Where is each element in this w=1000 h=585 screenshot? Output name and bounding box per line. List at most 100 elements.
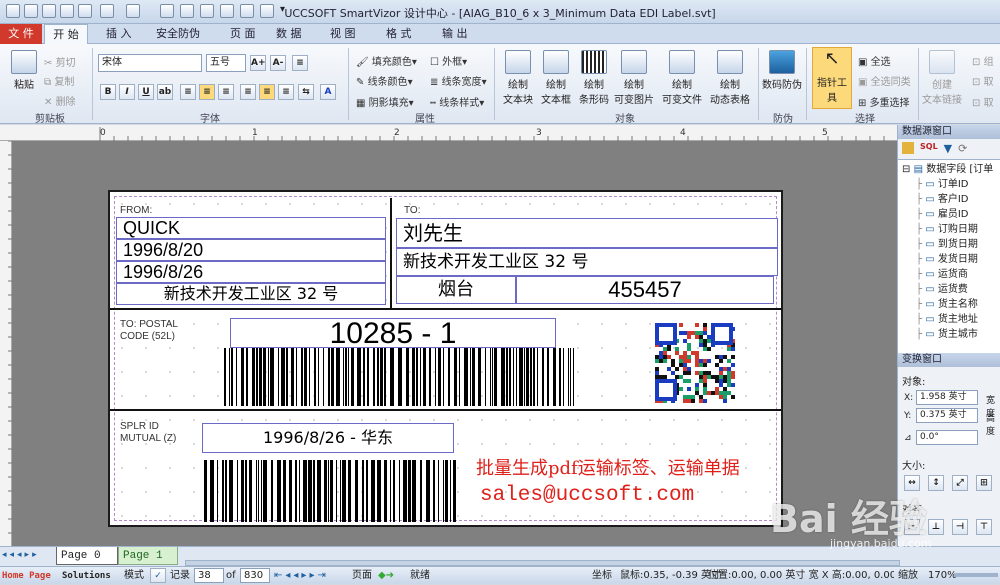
valign-bottom-icon[interactable]: ≡ bbox=[278, 84, 294, 100]
wrap-icon[interactable]: ⇆ bbox=[298, 84, 314, 100]
sql-icon[interactable]: SQL bbox=[920, 142, 938, 156]
splr-value-field[interactable]: 1996/8/26 - 华东 bbox=[202, 423, 454, 453]
field-item[interactable]: ├ ▭ 发货日期 bbox=[902, 252, 1000, 267]
tab-data[interactable]: 数 据 bbox=[276, 24, 302, 44]
ungroup2-button[interactable]: ⊡ 取 bbox=[972, 94, 994, 109]
underline-icon[interactable]: U bbox=[138, 84, 154, 100]
shadow-fill-button[interactable]: ▦ 阴影填充▾ bbox=[356, 94, 414, 109]
group-button[interactable]: ⊡ 组 bbox=[972, 53, 994, 68]
create-text-link-button[interactable]: 创建 文本链接 bbox=[922, 50, 962, 106]
record-number-input[interactable]: 38 bbox=[194, 568, 224, 583]
valign-middle-icon[interactable]: ≡ bbox=[259, 84, 275, 100]
bold-icon[interactable]: B bbox=[100, 84, 116, 100]
anti-counterfeit-button[interactable]: 数码防伪 bbox=[762, 50, 802, 91]
strike-icon[interactable]: ab bbox=[157, 84, 173, 100]
fill-color-button[interactable]: 🖌 填充颜色▾ bbox=[356, 53, 417, 68]
draw-barcode-button[interactable]: 绘制 条形码 bbox=[574, 50, 614, 106]
postal-barcode[interactable] bbox=[224, 348, 576, 406]
mode-checkbox-icon[interactable]: ✓ bbox=[150, 568, 166, 583]
copy-button[interactable]: ⧉ 复制 bbox=[44, 73, 74, 88]
list-icon[interactable]: ≡ bbox=[292, 55, 308, 71]
field-item[interactable]: ├ ▭ 货主地址 bbox=[902, 312, 1000, 327]
tree-root[interactable]: ⊟ ▤ 数据字段 [订单 bbox=[902, 162, 1000, 177]
from-address-field[interactable]: 新技术开发工业区 32 号 bbox=[116, 283, 386, 305]
page-tab-0[interactable]: Page 0 bbox=[56, 547, 118, 565]
tab-insert[interactable]: 插 入 bbox=[106, 24, 132, 44]
to-name-field[interactable]: 刘先生 bbox=[396, 218, 778, 248]
tab-page[interactable]: 页 面 bbox=[230, 24, 256, 44]
multi-select-button[interactable]: ⊞ 多重选择 bbox=[858, 94, 910, 109]
field-item[interactable]: ├ ▭ 客户ID bbox=[902, 192, 1000, 207]
grow-font-icon[interactable]: A+ bbox=[250, 55, 266, 71]
align-obj-right-icon[interactable]: ⊣ bbox=[952, 519, 968, 535]
to-zip-field[interactable]: 455457 bbox=[516, 276, 774, 304]
field-item[interactable]: ├ ▭ 到货日期 bbox=[902, 237, 1000, 252]
draw-textblock-button[interactable]: 绘制 文本块 bbox=[498, 50, 538, 106]
size-fit-icon[interactable]: ⊞ bbox=[976, 475, 992, 491]
shrink-font-icon[interactable]: A- bbox=[270, 55, 286, 71]
draw-textbox-button[interactable]: 绘制 文本框 bbox=[536, 50, 576, 106]
delete-button[interactable]: ✕ 删除 bbox=[44, 93, 76, 108]
tab-output[interactable]: 输 出 bbox=[442, 24, 468, 44]
font-color-icon[interactable]: A bbox=[320, 84, 336, 100]
filter-icon[interactable]: ▼ bbox=[944, 142, 952, 156]
field-item[interactable]: ├ ▭ 雇员ID bbox=[902, 207, 1000, 222]
refresh-icon[interactable]: ⟳ bbox=[958, 142, 967, 156]
tab-file[interactable]: 文 件 bbox=[0, 24, 42, 44]
qr-code[interactable] bbox=[654, 322, 736, 404]
record-nav-arrows[interactable]: ⇤◂◂▸▸⇥ bbox=[274, 567, 329, 585]
align-obj-center-icon[interactable]: ⊥ bbox=[928, 519, 944, 535]
size-both-icon[interactable]: ⤢ bbox=[952, 475, 968, 491]
pointer-tool-button[interactable]: ↖ 指针工具 bbox=[812, 47, 852, 109]
field-item[interactable]: ├ ▭ 运货费 bbox=[902, 282, 1000, 297]
align-obj-top-icon[interactable]: ⊤ bbox=[976, 519, 992, 535]
to-city-field[interactable]: 烟台 bbox=[396, 276, 516, 304]
font-name-select[interactable]: 宋体 bbox=[98, 54, 202, 72]
italic-icon[interactable]: I bbox=[119, 84, 135, 100]
angle-select[interactable]: 0.0° bbox=[916, 430, 978, 445]
field-item[interactable]: ├ ▭ 订单ID bbox=[902, 177, 1000, 192]
tab-view[interactable]: 视 图 bbox=[330, 24, 356, 44]
splr-barcode[interactable] bbox=[204, 460, 456, 522]
paste-button[interactable]: 粘贴 bbox=[4, 50, 44, 91]
font-size-select[interactable]: 五号 bbox=[206, 54, 246, 72]
size-height-icon[interactable]: ↕ bbox=[928, 475, 944, 491]
line-style-button[interactable]: ┅ 线条样式▾ bbox=[430, 94, 484, 109]
valign-top-icon[interactable]: ≡ bbox=[240, 84, 256, 100]
play-icon[interactable]: ◆➜ bbox=[378, 567, 394, 585]
home-page-link[interactable]: Home Page bbox=[2, 567, 51, 585]
frame-button[interactable]: ☐ 外框▾ bbox=[430, 53, 467, 68]
cut-button[interactable]: ✂ 剪切 bbox=[44, 54, 76, 69]
select-same-button[interactable]: ▣ 全选同类 bbox=[858, 73, 911, 88]
from-date1-field[interactable]: 1996/8/20 bbox=[116, 239, 386, 261]
field-item[interactable]: ├ ▭ 货主城市 bbox=[902, 327, 1000, 342]
tab-security[interactable]: 安全防伪 bbox=[156, 24, 200, 44]
align-center-icon[interactable]: ≡ bbox=[199, 84, 215, 100]
page-tab-1[interactable]: Page 1 bbox=[118, 547, 178, 565]
page-nav-arrows[interactable]: ◂◂◂▸▸ bbox=[2, 550, 40, 560]
line-width-button[interactable]: ≣ 线条宽度▾ bbox=[430, 73, 487, 88]
database-icon[interactable] bbox=[902, 142, 914, 154]
draw-file-button[interactable]: 绘制 可变文件 bbox=[662, 50, 702, 106]
solutions-link[interactable]: Solutions bbox=[62, 567, 111, 585]
field-item[interactable]: ├ ▭ 货主名称 bbox=[902, 297, 1000, 312]
tab-home[interactable]: 开 始 bbox=[44, 24, 88, 45]
to-address-field[interactable]: 新技术开发工业区 32 号 bbox=[396, 248, 778, 276]
align-left-icon[interactable]: ≡ bbox=[180, 84, 196, 100]
from-name-field[interactable]: QUICK bbox=[116, 217, 386, 239]
x-input[interactable]: 1.958 英寸 bbox=[916, 390, 978, 405]
y-input[interactable]: 0.375 英寸 bbox=[916, 408, 978, 423]
field-item[interactable]: ├ ▭ 订购日期 bbox=[902, 222, 1000, 237]
select-all-button[interactable]: ▣ 全选 bbox=[858, 53, 891, 68]
draw-image-button[interactable]: 绘制 可变图片 bbox=[614, 50, 654, 106]
ungroup-button[interactable]: ⊡ 取 bbox=[972, 73, 994, 88]
field-item[interactable]: ├ ▭ 运货商 bbox=[902, 267, 1000, 282]
postal-value-field[interactable]: 10285 - 1 bbox=[230, 318, 556, 348]
line-color-button[interactable]: ✎ 线条颜色▾ bbox=[356, 73, 413, 88]
draw-table-button[interactable]: 绘制 动态表格 bbox=[710, 50, 750, 106]
zoom-slider[interactable] bbox=[954, 573, 998, 577]
from-date2-field[interactable]: 1996/8/26 bbox=[116, 261, 386, 283]
tab-format[interactable]: 格 式 bbox=[386, 24, 412, 44]
label-page[interactable]: FROM: QUICK 1996/8/20 1996/8/26 新技术开发工业区… bbox=[108, 190, 783, 527]
align-right-icon[interactable]: ≡ bbox=[218, 84, 234, 100]
